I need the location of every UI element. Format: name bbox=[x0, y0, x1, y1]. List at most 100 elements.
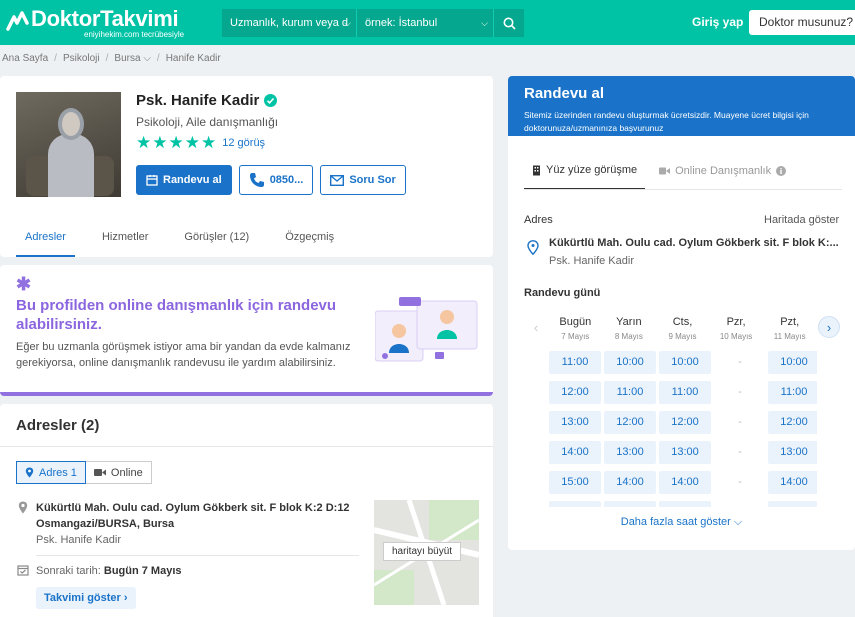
day-date: 8 Mayıs bbox=[614, 332, 643, 341]
time-slot-unavailable: - bbox=[738, 446, 742, 458]
rating-stars: ★ ★ ★ ★ ★ 12 görüş bbox=[136, 133, 265, 152]
time-slot[interactable]: 12:00 bbox=[768, 411, 817, 434]
time-slot[interactable]: 14:00 bbox=[659, 471, 711, 494]
breadcrumb-city[interactable]: Bursa ⌵ bbox=[114, 53, 151, 64]
chevron-down-icon: ⌵ bbox=[143, 53, 151, 64]
profile-card: Psk. Hanife Kadir Psikoloji, Aile danışm… bbox=[0, 76, 493, 257]
next-date-value: Bugün 7 Mayıs bbox=[103, 565, 182, 577]
time-slot-unavailable: - bbox=[738, 476, 742, 488]
map-thumbnail[interactable]: haritayı büyüt bbox=[374, 500, 479, 605]
search-button[interactable] bbox=[494, 9, 524, 37]
phone-button[interactable]: 0850... bbox=[238, 165, 314, 195]
time-slot[interactable]: 13:00 bbox=[659, 441, 711, 464]
next-date-label: Sonraki tarih: bbox=[36, 565, 101, 577]
envelope-icon bbox=[330, 174, 345, 186]
time-slot[interactable]: 14:00 bbox=[604, 471, 656, 494]
time-slot[interactable]: 11:00 bbox=[604, 381, 656, 404]
calendar-icon bbox=[146, 175, 158, 186]
breadcrumb-city-label: Bursa bbox=[114, 53, 141, 64]
time-slot[interactable]: 11:00 bbox=[768, 381, 817, 404]
time-slot[interactable]: 14:00 bbox=[549, 441, 601, 464]
tab-address-1[interactable]: Adres 1 bbox=[16, 461, 86, 484]
breadcrumb-separator: / bbox=[105, 53, 109, 64]
time-slot[interactable] bbox=[768, 501, 817, 507]
map-pin-icon bbox=[527, 240, 539, 255]
location-search-placeholder: örnek: İstanbul bbox=[365, 17, 438, 29]
day-header: Yarın 8 Mayıs bbox=[603, 316, 656, 341]
tab-online-label: Online bbox=[110, 466, 143, 479]
show-calendar-button[interactable]: Takvimi göster › bbox=[36, 587, 136, 609]
show-more-times-link[interactable]: Daha fazla saat göster ⌵ bbox=[508, 516, 855, 529]
day-headers: Bugün 7 Mayıs Yarın 8 Mayıs Cts, 9 Mayıs Pz… bbox=[549, 316, 817, 341]
time-slot-unavailable: - bbox=[738, 356, 742, 368]
star-icon: ★ bbox=[168, 133, 184, 152]
time-slot[interactable] bbox=[549, 501, 601, 507]
time-slot[interactable]: 13:00 bbox=[604, 441, 656, 464]
specialty-search-input[interactable]: Uzmanlık, kurum veya d ⌵ bbox=[222, 9, 357, 37]
login-link[interactable]: Giriş yap bbox=[692, 15, 743, 29]
chevron-right-icon: › bbox=[826, 319, 832, 335]
show-more-times-label: Daha fazla saat göster bbox=[620, 516, 731, 528]
tab-biography[interactable]: Özgeçmiş bbox=[276, 224, 343, 257]
day-name: Pzr, bbox=[726, 316, 746, 328]
phone-label: 0850... bbox=[269, 174, 304, 186]
phone-icon bbox=[249, 173, 264, 187]
time-slot-unavailable: - bbox=[738, 416, 742, 428]
tab-addresses[interactable]: Adresler bbox=[16, 224, 75, 257]
day-column: 10:00 11:00 12:00 13:00 14:00 bbox=[659, 351, 711, 507]
location-search-input[interactable]: örnek: İstanbul ⌵ bbox=[357, 9, 494, 37]
tab-online-consultation[interactable]: Online Danışmanlık bbox=[659, 158, 787, 190]
time-slot[interactable]: 12:00 bbox=[604, 411, 656, 434]
show-on-map-link[interactable]: Haritada göster bbox=[764, 214, 839, 226]
next-available-date: Sonraki tarih: Bugün 7 Mayıs bbox=[36, 565, 182, 577]
breadcrumb-home[interactable]: Ana Sayfa bbox=[2, 53, 48, 64]
banner-description: Eğer bu uzmanla görüşmek istiyor ama bir… bbox=[16, 341, 351, 369]
time-slot[interactable]: 14:00 bbox=[768, 471, 817, 494]
time-slot[interactable]: 11:00 bbox=[659, 381, 711, 404]
divider bbox=[0, 446, 493, 447]
logo-subtitle: eniyihekim.com tecrübesiyle bbox=[84, 30, 185, 39]
breadcrumb-current: Hanife Kadir bbox=[165, 53, 221, 64]
breadcrumb-category[interactable]: Psikoloji bbox=[63, 53, 100, 64]
time-slot[interactable] bbox=[604, 501, 656, 507]
doctor-name: Psk. Hanife Kadir bbox=[136, 92, 278, 109]
time-slot-unavailable: - bbox=[738, 386, 742, 398]
reviews-link[interactable]: 12 görüş bbox=[222, 137, 265, 149]
previous-days-button[interactable]: ‹ bbox=[525, 316, 547, 338]
chevron-down-icon: ⌵ bbox=[344, 18, 351, 28]
photo-person-body bbox=[48, 134, 94, 197]
time-slot[interactable]: 10:00 bbox=[768, 351, 817, 374]
time-slot[interactable]: 13:00 bbox=[768, 441, 817, 464]
star-icon: ★ bbox=[136, 133, 152, 152]
addresses-card: Adresler (2) Adres 1 Online Kükürtlü Mah… bbox=[0, 404, 493, 617]
time-slot[interactable]: 12:00 bbox=[659, 411, 711, 434]
tab-reviews[interactable]: Görüşler (12) bbox=[175, 224, 258, 257]
tab-online[interactable]: Online bbox=[85, 461, 152, 484]
video-camera-icon bbox=[93, 469, 106, 476]
ask-question-button[interactable]: Soru Sor bbox=[320, 165, 406, 195]
day-header: Pzr, 10 Mayıs bbox=[710, 316, 763, 341]
book-appointment-button[interactable]: Randevu al bbox=[136, 165, 232, 195]
day-name: Pzt, bbox=[780, 316, 800, 328]
time-slot[interactable]: 10:00 bbox=[659, 351, 711, 374]
booking-address-doctor: Psk. Hanife Kadir bbox=[549, 255, 634, 267]
doctor-photo bbox=[16, 92, 121, 197]
doctor-signup-button[interactable]: Doktor musunuz? bbox=[749, 10, 855, 35]
day-date: 11 Mayıs bbox=[773, 332, 806, 341]
day-date: 7 Mayıs bbox=[561, 332, 590, 341]
next-days-button[interactable]: › bbox=[818, 316, 840, 338]
time-slot[interactable] bbox=[659, 501, 711, 507]
time-slot[interactable]: 12:00 bbox=[549, 381, 601, 404]
booking-panel: Randevu al Sitemiz üzerinden randevu olu… bbox=[508, 76, 855, 550]
breadcrumb: Ana Sayfa / Psikoloji / Bursa ⌵ / Hanife… bbox=[2, 53, 221, 64]
time-slot[interactable]: 10:00 bbox=[604, 351, 656, 374]
online-consultation-banner: ✱ Bu profilden online danışmanlık için r… bbox=[0, 265, 493, 396]
time-slot[interactable]: 13:00 bbox=[549, 411, 601, 434]
time-slot[interactable]: 11:00 bbox=[549, 351, 601, 374]
tab-in-person[interactable]: Yüz yüze görüşme bbox=[524, 158, 646, 190]
enlarge-map-button[interactable]: haritayı büyüt bbox=[383, 542, 462, 561]
time-slot[interactable]: 15:00 bbox=[549, 471, 601, 494]
day-column: 10:00 11:00 12:00 13:00 14:00 bbox=[604, 351, 656, 507]
tab-services[interactable]: Hizmetler bbox=[93, 224, 157, 257]
day-date: 10 Mayıs bbox=[719, 332, 753, 341]
